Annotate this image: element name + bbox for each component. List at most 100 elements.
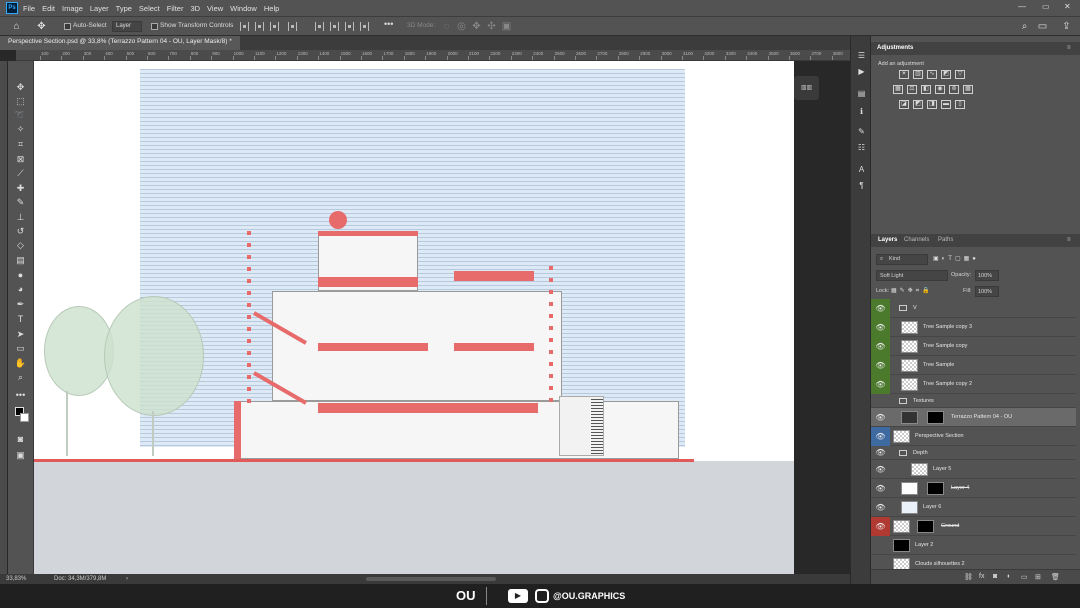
3d-pan-icon[interactable]: ✥ bbox=[470, 20, 483, 33]
align-left-icon[interactable] bbox=[240, 22, 249, 31]
layer-row[interactable]: Textures bbox=[871, 394, 1076, 408]
brush-icon[interactable]: ✎ bbox=[14, 196, 27, 208]
layer-row[interactable]: 👁 Layer 5 bbox=[871, 460, 1076, 479]
layer-row[interactable]: 👁 Tree Sample copy 2 bbox=[871, 375, 1076, 394]
pen-icon[interactable]: ✒ bbox=[14, 298, 27, 310]
minimize-icon[interactable]: — bbox=[1018, 2, 1026, 11]
horizontal-scrollbar[interactable] bbox=[366, 577, 496, 581]
character-panel-icon[interactable]: A bbox=[856, 164, 867, 175]
show-transform-checkbox[interactable] bbox=[151, 23, 158, 30]
align-center-icon[interactable] bbox=[255, 22, 264, 31]
dodge-icon[interactable]: ◕ bbox=[14, 283, 27, 295]
paragraph-panel-icon[interactable]: ¶ bbox=[856, 180, 867, 191]
3d-orbit-icon[interactable]: ◌ bbox=[440, 20, 453, 33]
document-tab[interactable]: Perspective Section.psd @ 33,8% (Terrazz… bbox=[0, 36, 240, 50]
layer-row[interactable]: 👁 Perspective Section bbox=[871, 427, 1076, 446]
frame-icon[interactable]: ⊠ bbox=[14, 153, 27, 165]
blend-mode-dropdown[interactable]: Soft Light bbox=[876, 270, 948, 281]
channel-mixer-icon[interactable]: ⊛ bbox=[949, 85, 959, 94]
layer-filter-icons[interactable]: ▣◐T▢▦● bbox=[933, 255, 979, 262]
new-group-icon[interactable]: ▭ bbox=[1021, 573, 1028, 581]
visibility-eye-icon[interactable] bbox=[871, 555, 890, 569]
close-icon[interactable]: ✕ bbox=[1064, 2, 1071, 11]
marquee-icon[interactable]: ⬚ bbox=[14, 95, 27, 107]
more-options-icon[interactable]: ••• bbox=[384, 19, 393, 29]
lasso-icon[interactable]: ➰ bbox=[14, 109, 27, 121]
menu-edit[interactable]: Edit bbox=[42, 4, 55, 13]
move-tool-icon[interactable]: ✥ bbox=[35, 20, 48, 33]
adjustments-tab[interactable]: Adjustments bbox=[877, 45, 913, 51]
brightness-icon[interactable]: ☀ bbox=[899, 70, 909, 79]
visibility-eye-icon[interactable]: 👁 bbox=[871, 460, 890, 479]
visibility-eye-icon[interactable]: 👁 bbox=[871, 517, 890, 536]
layer-row[interactable]: 👁 V bbox=[871, 299, 1076, 318]
gradient-icon[interactable]: ▤ bbox=[14, 254, 27, 266]
auto-select-checkbox[interactable] bbox=[64, 23, 71, 30]
visibility-eye-icon[interactable]: 👁 bbox=[871, 299, 890, 318]
layer-row[interactable]: 👁 Ground bbox=[871, 517, 1076, 536]
status-arrow-icon[interactable]: › bbox=[126, 576, 128, 582]
search-icon[interactable]: ⌕ bbox=[1018, 20, 1031, 33]
distribute-top-icon[interactable] bbox=[360, 22, 369, 31]
layer-row[interactable]: 👁 Tree Sample bbox=[871, 356, 1076, 375]
lock-icons[interactable]: ▦✎✥⌗🔒 bbox=[891, 287, 933, 295]
3d-slide-icon[interactable]: ✣ bbox=[485, 20, 498, 33]
background-color-swatch[interactable] bbox=[20, 413, 29, 422]
exposure-icon[interactable]: ◩ bbox=[941, 70, 951, 79]
menu-layer[interactable]: Layer bbox=[90, 4, 109, 13]
threshold-icon[interactable]: ◨ bbox=[927, 100, 937, 109]
posterize-icon[interactable]: ◩ bbox=[913, 100, 923, 109]
photo-filter-icon[interactable]: ◉ bbox=[935, 85, 945, 94]
fx-icon[interactable]: fx bbox=[979, 573, 984, 580]
3d-scale-icon[interactable]: ▣ bbox=[500, 20, 513, 33]
add-mask-icon[interactable]: ◙ bbox=[993, 573, 997, 580]
vibrance-icon[interactable]: ▽ bbox=[955, 70, 965, 79]
visibility-eye-icon[interactable]: 👁 bbox=[871, 408, 890, 427]
distribute-center-icon[interactable] bbox=[330, 22, 339, 31]
properties-panel-icon[interactable]: ▤ bbox=[856, 88, 867, 99]
align-right-icon[interactable] bbox=[270, 22, 279, 31]
fill-input[interactable]: 100% bbox=[975, 286, 999, 297]
link-layers-icon[interactable]: ⛓ bbox=[964, 573, 973, 581]
color-lookup-icon[interactable]: ▦ bbox=[963, 85, 973, 94]
color-balance-icon[interactable]: ⚖ bbox=[907, 85, 917, 94]
share-icon[interactable]: ⇪ bbox=[1060, 20, 1073, 33]
visibility-eye-icon[interactable] bbox=[871, 536, 890, 555]
distribute-left-icon[interactable] bbox=[315, 22, 324, 31]
panel-menu-icon[interactable]: ≡ bbox=[1067, 45, 1071, 51]
visibility-eye-icon[interactable]: 👁 bbox=[871, 498, 890, 517]
rectangle-icon[interactable]: ▭ bbox=[14, 342, 27, 354]
healing-brush-icon[interactable]: ✚ bbox=[14, 182, 27, 194]
new-layer-icon[interactable]: ⊞ bbox=[1035, 573, 1041, 581]
visibility-eye-icon[interactable] bbox=[871, 394, 890, 408]
maximize-icon[interactable]: ▭ bbox=[1042, 2, 1050, 11]
hand-icon[interactable]: ✋ bbox=[14, 357, 27, 369]
menu-3d[interactable]: 3D bbox=[190, 4, 200, 13]
menu-view[interactable]: View bbox=[207, 4, 223, 13]
visibility-eye-icon[interactable]: 👁 bbox=[871, 337, 890, 356]
horizontal-ruler[interactable]: 100 200 300 400 500 600 700 800 900 1000 1100 1200 1… bbox=[16, 50, 850, 61]
layer-row[interactable]: 👁 Depth bbox=[871, 446, 1076, 460]
home-icon[interactable]: ⌂ bbox=[10, 20, 23, 33]
channels-tab[interactable]: Channels bbox=[904, 237, 929, 243]
3d-roll-icon[interactable]: ◎ bbox=[455, 20, 468, 33]
invert-icon[interactable]: ◪ bbox=[899, 100, 909, 109]
visibility-eye-icon[interactable]: 👁 bbox=[871, 356, 890, 375]
history-brush-icon[interactable]: ↺ bbox=[14, 225, 27, 237]
type-icon[interactable]: T bbox=[14, 313, 27, 325]
layer-row[interactable]: Layer 2 bbox=[871, 536, 1076, 555]
visibility-eye-icon[interactable]: 👁 bbox=[871, 375, 890, 394]
layer-mask-thumbnail[interactable] bbox=[917, 520, 934, 533]
adjust-sliders-icon[interactable]: ☷ bbox=[856, 142, 867, 153]
workspace-icon[interactable]: ▭ bbox=[1036, 20, 1049, 33]
selective-color-icon[interactable]: ▯ bbox=[955, 100, 965, 109]
info-panel-icon[interactable]: ℹ bbox=[856, 106, 867, 117]
layer-row[interactable]: 👁 Layer 6 bbox=[871, 498, 1076, 517]
layer-row-selected[interactable]: 👁 Terrazzo Pattern 04 - OU bbox=[871, 408, 1076, 427]
layers-menu-icon[interactable]: ≡ bbox=[1067, 237, 1071, 243]
menu-file[interactable]: File bbox=[23, 4, 35, 13]
layer-row[interactable]: 👁 Tree Sample copy bbox=[871, 337, 1076, 356]
screen-mode-icon[interactable]: ▣ bbox=[14, 449, 27, 461]
blur-icon[interactable]: ● bbox=[14, 269, 27, 281]
brush-settings-icon[interactable]: ✎ bbox=[856, 126, 867, 137]
